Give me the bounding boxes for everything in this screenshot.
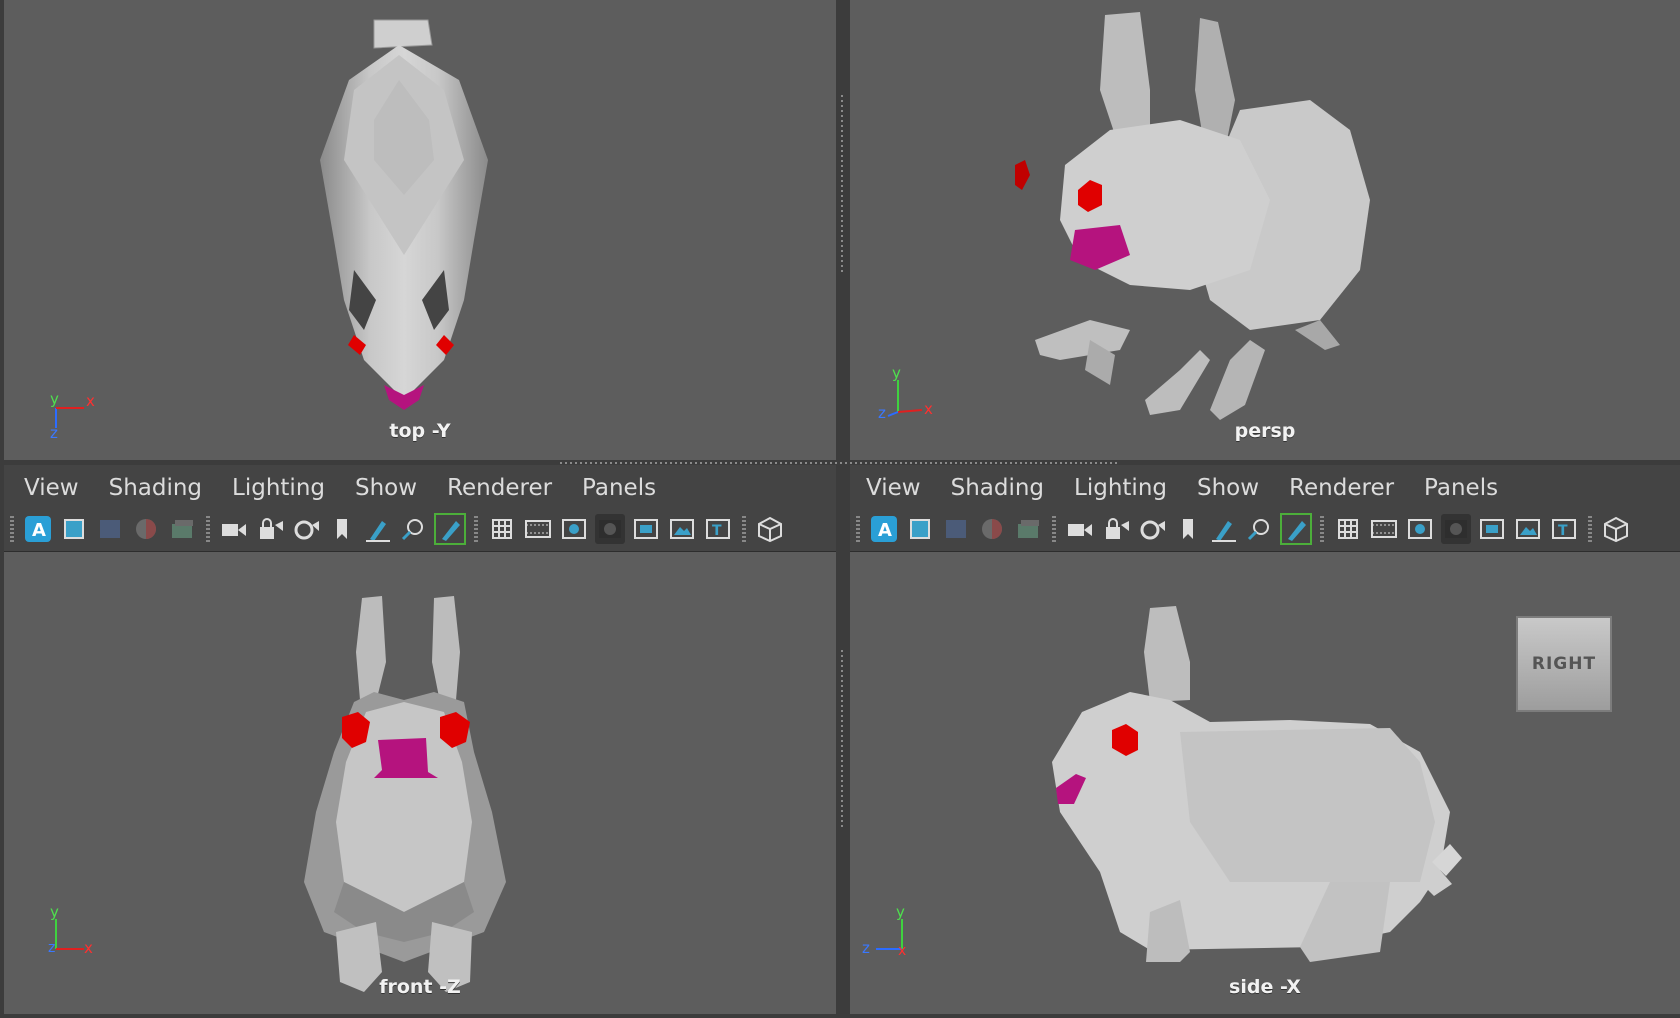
- axis-y-label: y: [50, 907, 59, 921]
- svg-text:T: T: [1558, 523, 1568, 539]
- film-gate-icon[interactable]: [523, 514, 553, 544]
- field-chart-icon[interactable]: [631, 514, 661, 544]
- bunny-model-front[interactable]: [4, 552, 836, 1014]
- layers-icon[interactable]: [167, 514, 197, 544]
- toolbar-separator: [856, 516, 860, 542]
- camera-icon[interactable]: [219, 514, 249, 544]
- safe-title-icon[interactable]: T: [703, 514, 733, 544]
- pane-divider-vertical[interactable]: [836, 0, 850, 1018]
- axis-x-label: x: [898, 943, 906, 959]
- menu-renderer[interactable]: Renderer: [1289, 475, 1394, 501]
- axis-z-label: z: [48, 940, 55, 956]
- grease-pencil-icon[interactable]: [1209, 514, 1239, 544]
- menu-show[interactable]: Show: [1197, 475, 1259, 501]
- panel-menubar-left: View Shading Lighting Show Renderer Pane…: [4, 465, 836, 511]
- axis-x-label: x: [924, 400, 933, 418]
- toolbar-separator: [1320, 516, 1324, 542]
- paint-icon[interactable]: [1280, 513, 1312, 545]
- menu-lighting[interactable]: Lighting: [1074, 475, 1167, 501]
- axis-gizmo-side: y z x: [862, 907, 906, 959]
- toolbar-separator: [474, 516, 478, 542]
- panel-toolbar-right: A T: [850, 507, 1680, 552]
- isolate-icon[interactable]: [399, 514, 429, 544]
- toolbar-separator: [742, 516, 746, 542]
- bunny-model-top[interactable]: [4, 0, 836, 460]
- grid-icon[interactable]: [487, 514, 517, 544]
- toolbar-separator: [10, 516, 14, 542]
- menu-view[interactable]: View: [24, 475, 79, 501]
- axis-x-label: x: [86, 392, 95, 410]
- menu-renderer[interactable]: Renderer: [447, 475, 552, 501]
- axis-y-label: y: [50, 390, 59, 408]
- gate-icon[interactable]: [95, 514, 125, 544]
- cube-icon[interactable]: [755, 514, 785, 544]
- menu-shading[interactable]: Shading: [109, 475, 202, 501]
- grease-pencil-icon[interactable]: [363, 514, 393, 544]
- safe-action-icon[interactable]: [667, 514, 697, 544]
- view-cube[interactable]: RIGHT: [1516, 616, 1612, 712]
- lock-camera-icon[interactable]: [1101, 514, 1131, 544]
- gate-mask-icon[interactable]: [595, 514, 625, 544]
- lock-camera-icon[interactable]: [255, 514, 285, 544]
- menu-panels[interactable]: Panels: [1424, 475, 1498, 501]
- resolution-gate-icon[interactable]: [559, 514, 589, 544]
- menu-view[interactable]: View: [866, 475, 921, 501]
- menu-panels[interactable]: Panels: [582, 475, 656, 501]
- viewport-side[interactable]: RIGHT y z x side -X: [850, 552, 1680, 1014]
- axis-z-label: z: [862, 939, 870, 957]
- cube-icon[interactable]: [1601, 514, 1631, 544]
- menu-shading[interactable]: Shading: [951, 475, 1044, 501]
- safe-action-icon[interactable]: [1513, 514, 1543, 544]
- pane-resize-handle-top[interactable]: [841, 95, 843, 275]
- axis-gizmo-front: y z x: [48, 907, 93, 957]
- safe-title-icon[interactable]: T: [1549, 514, 1579, 544]
- gate-icon[interactable]: [941, 514, 971, 544]
- camera-label-top: top -Y: [389, 420, 451, 442]
- toolbar-separator: [1052, 516, 1056, 542]
- field-chart-icon[interactable]: [1477, 514, 1507, 544]
- shading-ball-icon[interactable]: [131, 514, 161, 544]
- menu-lighting[interactable]: Lighting: [232, 475, 325, 501]
- axis-x-label: x: [84, 939, 93, 957]
- axis-gizmo-persp: y z x: [878, 366, 933, 422]
- camera-icon[interactable]: [1065, 514, 1095, 544]
- viewport-front[interactable]: y z x front -Z: [4, 552, 836, 1014]
- svg-text:T: T: [712, 523, 722, 539]
- axis-y-label: y: [896, 907, 905, 921]
- toolbar-separator: [1588, 516, 1592, 542]
- camera-label-front: front -Z: [379, 976, 461, 998]
- gate-mask-icon[interactable]: [1441, 514, 1471, 544]
- toolbar-separator: [206, 516, 210, 542]
- resolution-gate-icon[interactable]: [1405, 514, 1435, 544]
- bunny-model-persp[interactable]: [850, 0, 1680, 460]
- camera-settings-icon[interactable]: [1137, 514, 1167, 544]
- camera-settings-icon[interactable]: [291, 514, 321, 544]
- viewport-top[interactable]: y x z top -Y: [4, 0, 836, 460]
- paint-icon[interactable]: [434, 513, 466, 545]
- pane-resize-handle-bottom[interactable]: [841, 650, 843, 830]
- bookmark-icon[interactable]: [327, 514, 357, 544]
- frame-icon[interactable]: [59, 514, 89, 544]
- camera-label-side: side -X: [1229, 976, 1301, 998]
- layers-icon[interactable]: [1013, 514, 1043, 544]
- camera-label-persp: persp: [1234, 420, 1296, 442]
- viewport-persp[interactable]: y z x persp: [850, 0, 1680, 460]
- grid-icon[interactable]: [1333, 514, 1363, 544]
- panel-menubar-right: View Shading Lighting Show Renderer Pane…: [850, 465, 1680, 511]
- select-camera-icon[interactable]: A: [23, 514, 53, 544]
- shading-ball-icon[interactable]: [977, 514, 1007, 544]
- svg-text:A: A: [32, 520, 46, 541]
- menu-show[interactable]: Show: [355, 475, 417, 501]
- pane-resize-handle-horizontal[interactable]: [560, 462, 1120, 464]
- axis-y-label: y: [892, 366, 901, 382]
- select-camera-icon[interactable]: A: [869, 514, 899, 544]
- isolate-icon[interactable]: [1245, 514, 1275, 544]
- bookmark-icon[interactable]: [1173, 514, 1203, 544]
- frame-icon[interactable]: [905, 514, 935, 544]
- film-gate-icon[interactable]: [1369, 514, 1399, 544]
- panel-toolbar-left: A T: [4, 507, 836, 552]
- svg-text:A: A: [878, 520, 892, 541]
